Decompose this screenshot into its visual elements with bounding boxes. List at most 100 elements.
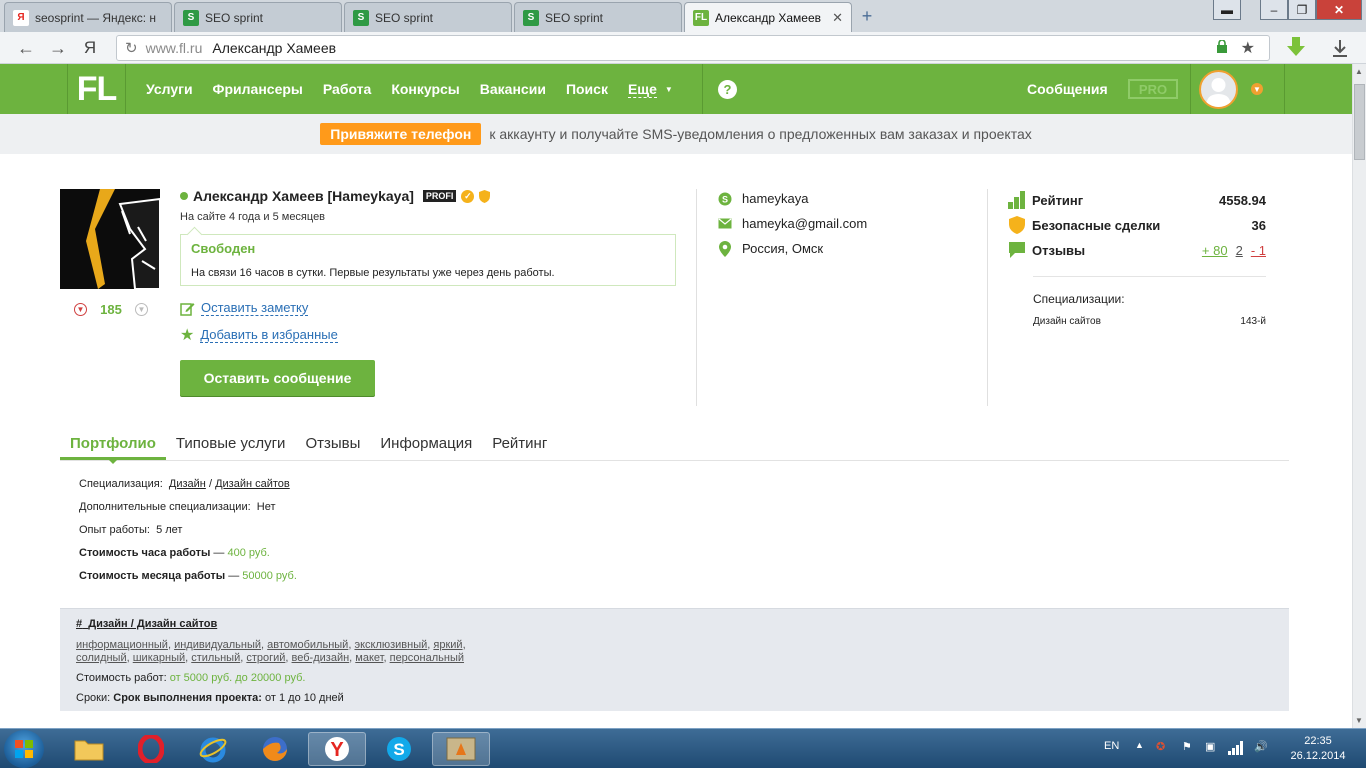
scroll-down-icon[interactable]: ▼ — [1355, 716, 1363, 725]
tag[interactable]: персональный — [390, 652, 464, 664]
volume-icon[interactable]: 🔊 — [1254, 740, 1268, 753]
download-arrow-icon[interactable] — [1284, 35, 1308, 59]
vote-down-icon[interactable]: ▼ — [134, 303, 148, 316]
fl-logo[interactable]: FL — [67, 64, 126, 114]
vote-up-icon[interactable]: ▼ — [74, 303, 87, 316]
portfolio-section-title[interactable]: # Дизайн / Дизайн сайтов — [76, 618, 217, 630]
scroll-thumb[interactable] — [1354, 84, 1365, 160]
portfolio-title[interactable]: Дизайн / Дизайн сайтов — [88, 618, 217, 630]
reviews-neutral[interactable]: 2 — [1236, 243, 1243, 258]
yandex-logo-icon[interactable]: Я — [78, 36, 102, 60]
tag[interactable]: индивидуальный — [174, 639, 261, 651]
bookmark-star-icon[interactable]: ★ — [1241, 38, 1255, 58]
tag[interactable]: автомобильный — [267, 639, 348, 651]
skype-taskbar-button[interactable]: S — [370, 732, 428, 766]
profile-name-row: Александр Хамеев [Hameykaya] PROFI ✓ — [180, 188, 491, 204]
browser-tab-3[interactable]: S SEO sprint — [344, 2, 512, 32]
reviews-negative[interactable]: - 1 — [1251, 243, 1266, 258]
nav-vacancies[interactable]: Вакансии — [480, 81, 546, 97]
new-tab-button[interactable]: + — [856, 5, 878, 27]
reviews-positive[interactable]: + 80 — [1202, 243, 1228, 258]
send-message-button[interactable]: Оставить сообщение — [180, 360, 375, 396]
tag[interactable]: строгий — [246, 652, 285, 664]
elephant-avatar-icon — [86, 189, 160, 289]
status-title: Свободен — [191, 241, 256, 256]
refresh-icon[interactable]: ↻ — [125, 39, 138, 57]
explorer-taskbar-button[interactable] — [60, 732, 118, 766]
safe-deal-shield-icon[interactable] — [479, 189, 491, 203]
add-favorite-row: ★ Добавить в избранные — [180, 327, 338, 343]
downloads-icon[interactable] — [1330, 38, 1350, 58]
profile-name: Александр Хамеев [Hameykaya] — [193, 188, 414, 204]
term-label: Сроки: — [76, 692, 111, 704]
tag[interactable]: шикарный — [133, 652, 185, 664]
add-favorite-link[interactable]: Добавить в избранные — [200, 327, 338, 343]
close-tab-icon[interactable]: ✕ — [832, 10, 843, 26]
browser-tab-1[interactable]: Я seosprint — Яндекс: н — [4, 2, 172, 32]
tab-label: SEO sprint — [375, 10, 434, 25]
tag[interactable]: солидный — [76, 652, 127, 664]
leave-note-link[interactable]: Оставить заметку — [201, 300, 309, 316]
browser-tab-2[interactable]: S SEO sprint — [174, 2, 342, 32]
info-value: 50000 руб. — [242, 570, 297, 582]
nav-freelancers[interactable]: Фрилансеры — [213, 81, 303, 97]
app-taskbar-button[interactable] — [432, 732, 490, 766]
nav-search[interactable]: Поиск — [566, 81, 608, 97]
forward-arrow-icon[interactable]: → — [46, 36, 70, 60]
tab-portfolio[interactable]: Портфолио — [60, 432, 166, 464]
verified-check-icon[interactable]: ✓ — [461, 189, 475, 203]
firefox-taskbar-button[interactable] — [246, 732, 304, 766]
spec-web-design-link[interactable]: Дизайн сайтов — [215, 478, 290, 490]
network-signal-icon[interactable] — [1228, 741, 1244, 755]
tag[interactable]: стильный — [191, 652, 240, 664]
back-arrow-icon[interactable]: ← — [14, 36, 38, 60]
tab-label: SEO sprint — [545, 10, 604, 25]
nav-services[interactable]: Услуги — [146, 81, 193, 97]
language-indicator[interactable]: EN — [1104, 740, 1119, 752]
pro-badge[interactable]: PRO — [1128, 79, 1178, 99]
leave-note-row: Оставить заметку — [180, 300, 309, 316]
yandex-browser-taskbar-button[interactable]: Y — [308, 732, 366, 766]
user-avatar[interactable] — [1199, 70, 1238, 109]
scroll-up-icon[interactable]: ▲ — [1355, 67, 1363, 76]
tray-expand-icon[interactable]: ▲ — [1135, 740, 1144, 750]
user-menu-chevron-icon[interactable]: ▼ — [1251, 83, 1263, 95]
tag[interactable]: веб-дизайн — [292, 652, 350, 664]
opera-taskbar-button[interactable] — [122, 732, 180, 766]
tab-rating[interactable]: Рейтинг — [482, 432, 557, 460]
maximize-button[interactable]: ❐ — [1288, 0, 1316, 20]
chevron-down-icon[interactable]: ▼ — [665, 85, 673, 94]
start-button[interactable] — [4, 730, 44, 768]
browser-tab-active[interactable]: FL Александр Хамеев ✕ — [684, 2, 852, 32]
tag[interactable]: яркий — [433, 639, 462, 651]
tag[interactable]: информационный — [76, 639, 168, 651]
tab-services[interactable]: Типовые услуги — [166, 432, 296, 460]
nav-more[interactable]: Еще — [627, 81, 657, 98]
help-icon[interactable]: ? — [718, 80, 737, 99]
portfolio-section: # Дизайн / Дизайн сайтов информационный,… — [60, 608, 1289, 711]
tray-app-icon[interactable]: ✪ — [1156, 740, 1165, 753]
nav-work[interactable]: Работа — [323, 81, 371, 97]
minimize-button[interactable]: – — [1260, 0, 1288, 20]
tab-information[interactable]: Информация — [370, 432, 482, 460]
nav-contests[interactable]: Конкурсы — [391, 81, 459, 97]
spec-design-link[interactable]: Дизайн — [169, 478, 206, 490]
messages-link[interactable]: Сообщения — [1027, 81, 1108, 97]
action-center-flag-icon[interactable]: ⚑ — [1182, 740, 1192, 753]
device-icon[interactable]: ▣ — [1205, 740, 1215, 753]
window-menu-button[interactable]: ▬ — [1213, 0, 1241, 20]
tag[interactable]: эксклюзивный — [354, 639, 427, 651]
close-window-button[interactable]: ✕ — [1316, 0, 1362, 20]
safe-deals-value: 36 — [1251, 217, 1266, 233]
tab-reviews[interactable]: Отзывы — [295, 432, 370, 460]
browser-tab-4[interactable]: S SEO sprint — [514, 2, 682, 32]
info-value: 400 руб. — [227, 547, 270, 559]
ie-taskbar-button[interactable] — [184, 732, 242, 766]
profi-badge[interactable]: PROFI — [422, 190, 457, 202]
system-clock[interactable]: 22:35 26.12.2014 — [1283, 734, 1353, 764]
tag[interactable]: макет — [355, 652, 383, 664]
bind-phone-button[interactable]: Привяжите телефон — [320, 123, 482, 145]
vertical-scrollbar[interactable]: ▲ ▼ — [1352, 64, 1366, 728]
stat-rating: Рейтинг 4558.94 — [1008, 191, 1266, 209]
url-field[interactable]: ↻ www.fl.ru Александр Хамеев ★ — [116, 35, 1270, 61]
